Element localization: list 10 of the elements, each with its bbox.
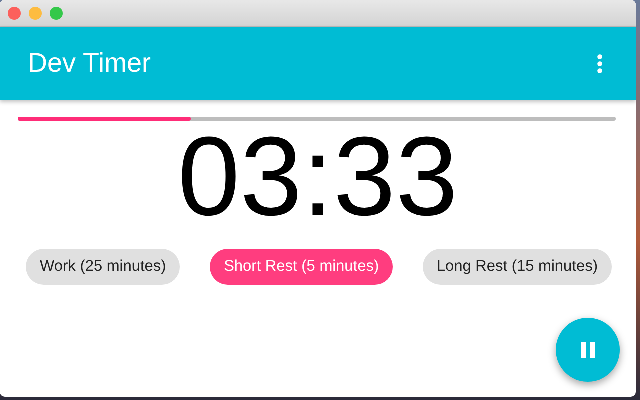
zoom-window-button[interactable]: [50, 6, 63, 20]
pause-icon: [580, 341, 596, 359]
pause-button[interactable]: [556, 318, 620, 382]
close-window-button[interactable]: [8, 6, 21, 20]
more-options-icon[interactable]: [596, 54, 604, 74]
mode-tab[interactable]: Work (25 minutes): [26, 249, 180, 285]
minimize-window-button[interactable]: [29, 6, 42, 20]
timer-display: 03:33: [178, 114, 458, 239]
app-title: Dev Timer: [28, 47, 152, 80]
mode-tab[interactable]: Long Rest (15 minutes): [422, 249, 612, 285]
